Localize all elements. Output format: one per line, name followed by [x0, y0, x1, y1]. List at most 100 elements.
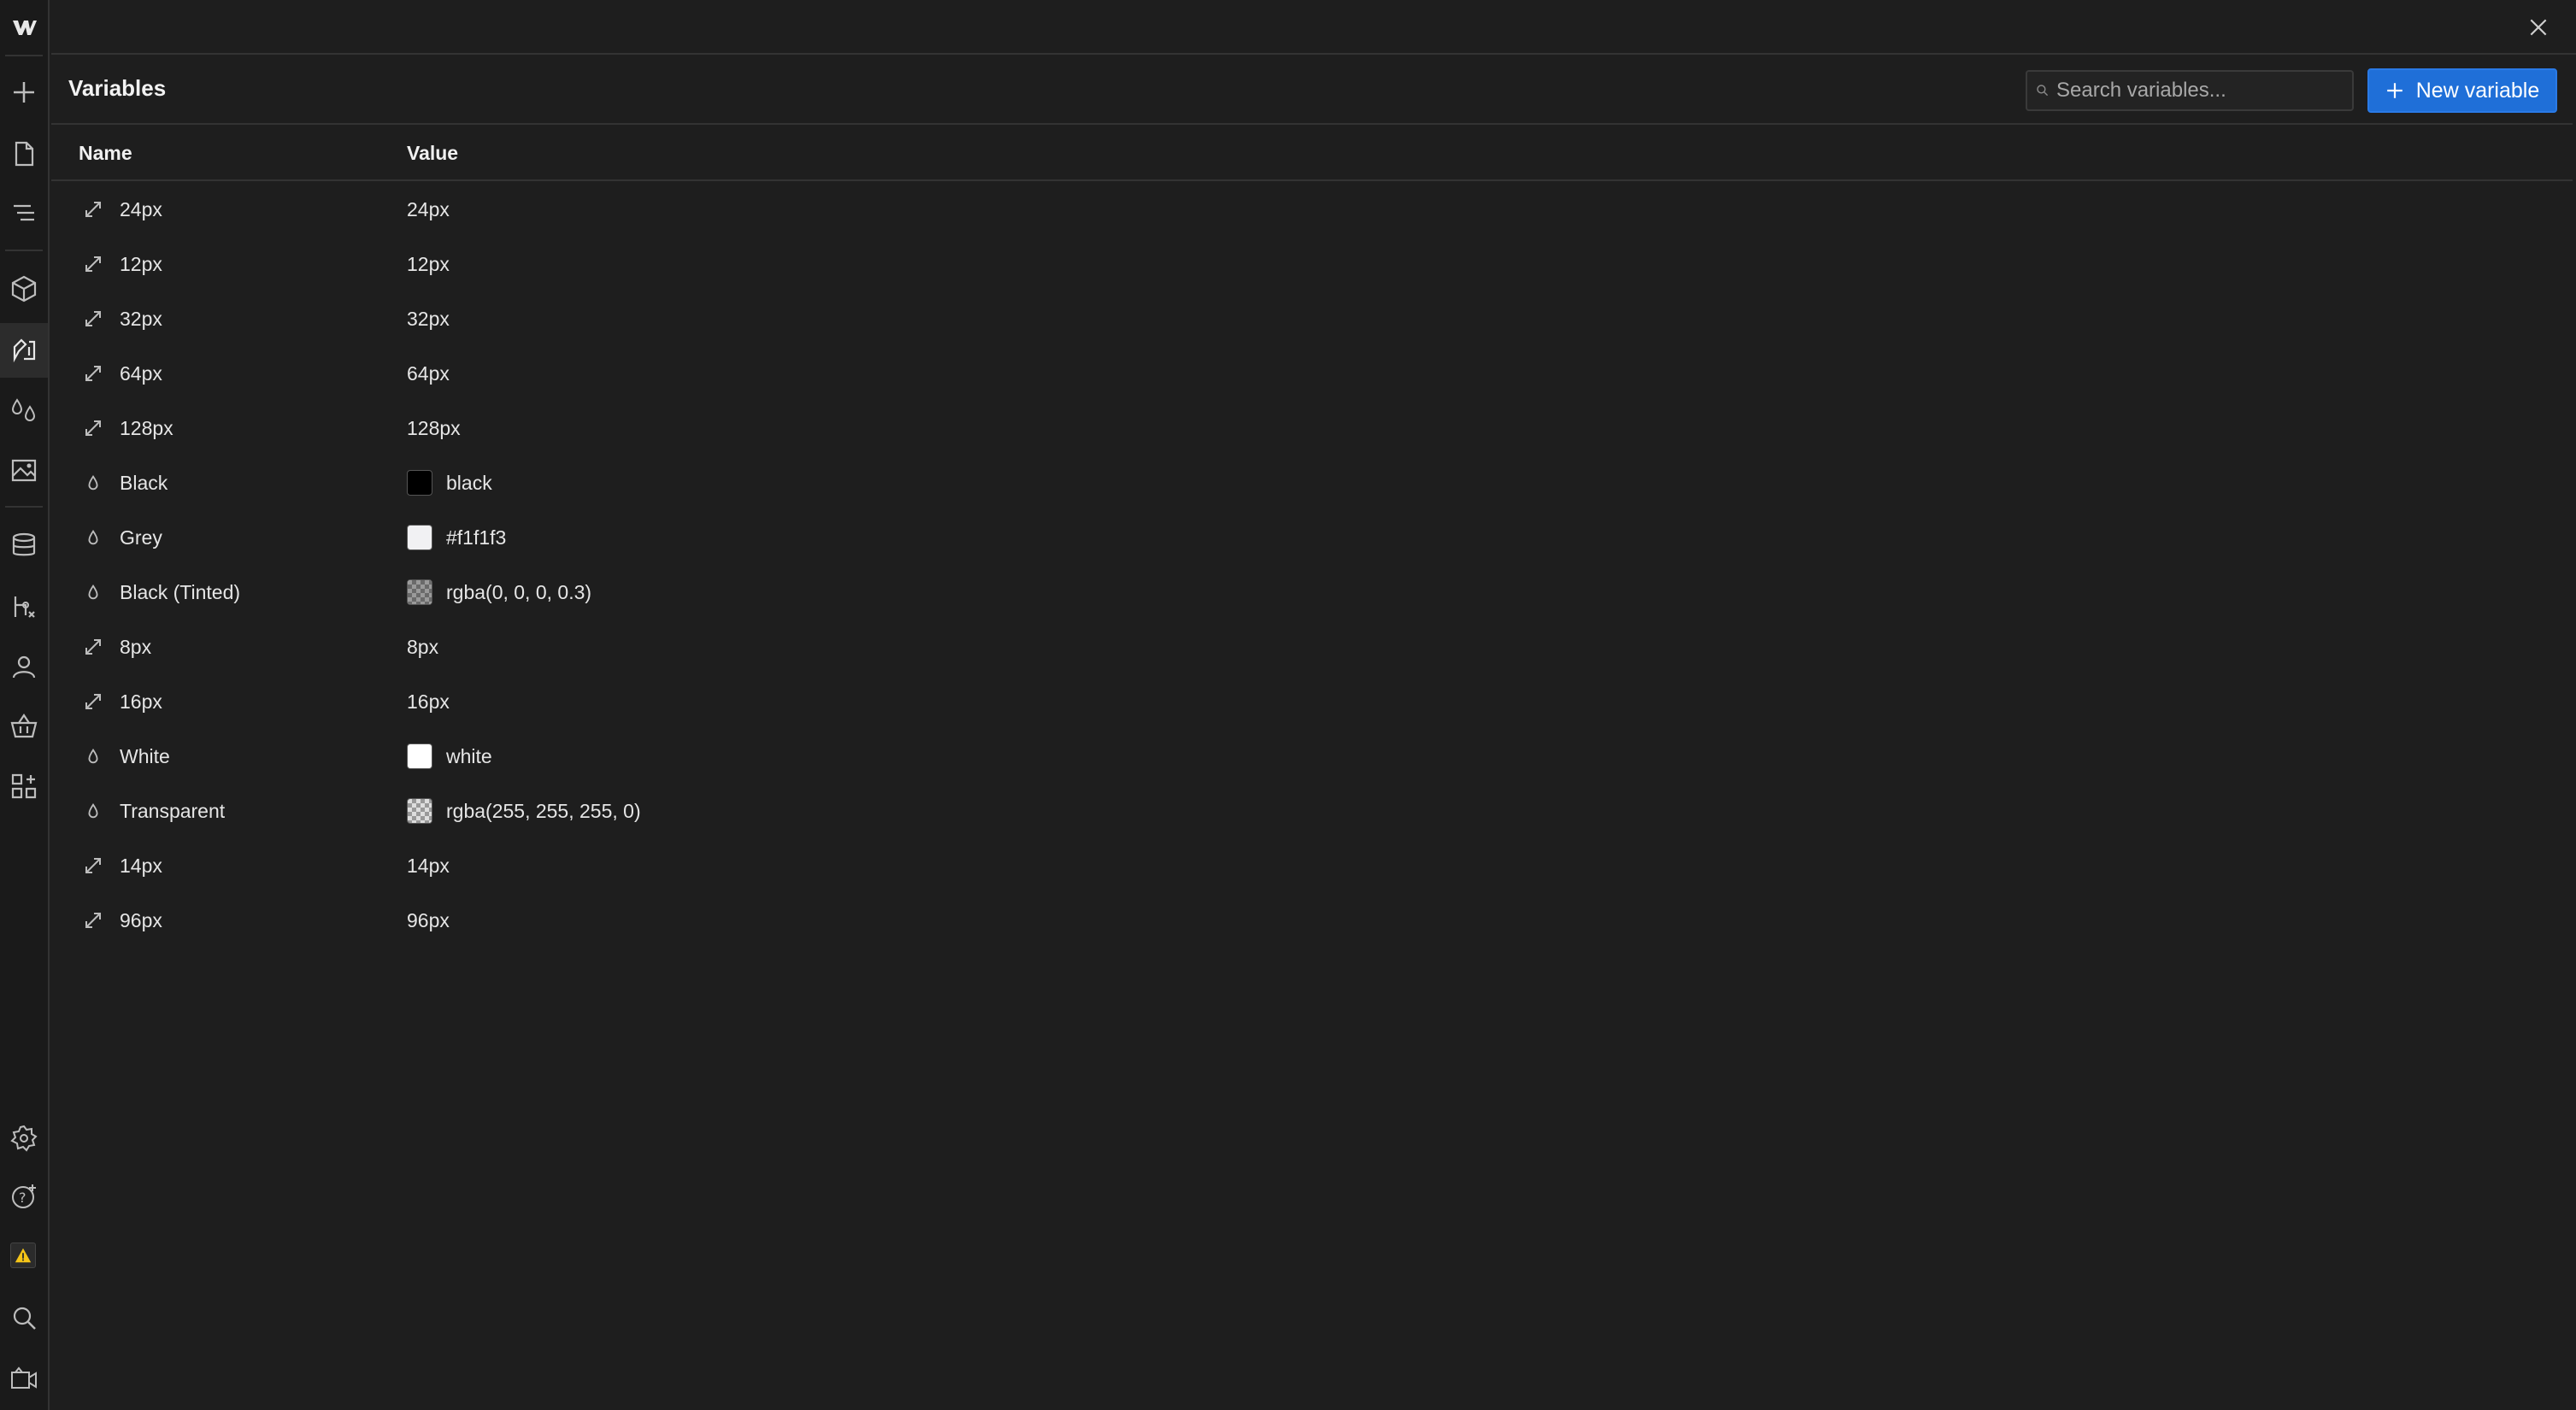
variable-name: 24px — [120, 198, 162, 220]
column-header-name: Name — [79, 142, 132, 164]
color-variable-icon — [88, 585, 98, 600]
search-input[interactable] — [2056, 79, 2338, 103]
sidebar-ecommerce-button[interactable] — [0, 699, 48, 754]
variable-value: 64px — [407, 362, 450, 385]
variable-value: 128px — [407, 417, 461, 439]
variable-row[interactable]: 12px 12px — [51, 238, 2573, 292]
sidebar-components-button[interactable] — [0, 261, 48, 316]
sidebar-navigator-button[interactable] — [0, 186, 48, 241]
sidebar-variables-button[interactable] — [0, 323, 48, 378]
variable-name: 32px — [120, 308, 162, 330]
top-bar — [51, 0, 2576, 55]
close-panel-button[interactable] — [2523, 12, 2554, 43]
sidebar-add-button[interactable] — [0, 65, 48, 120]
variable-row[interactable]: 8px 8px — [51, 620, 2573, 675]
variable-row[interactable]: 16px 16px — [51, 675, 2573, 730]
color-swatch — [407, 470, 432, 496]
webflow-logo-icon — [13, 21, 37, 35]
add-icon — [14, 82, 34, 103]
logic-icon — [14, 596, 35, 618]
variable-value: 24px — [407, 198, 450, 220]
color-swatch — [407, 798, 432, 824]
variable-row[interactable]: Grey #f1f1f3 — [51, 511, 2573, 566]
sidebar-search-button[interactable] — [0, 1290, 48, 1345]
warning-icon — [15, 1248, 32, 1263]
variable-value: rgba(255, 255, 255, 0) — [446, 800, 641, 822]
variable-value: 12px — [407, 253, 450, 275]
ecommerce-icon — [10, 714, 38, 738]
search-icon — [13, 1307, 36, 1330]
variables-icon — [13, 338, 36, 363]
plus-icon — [2386, 83, 2403, 98]
size-variable-icon — [85, 420, 101, 436]
video-tutorials-icon — [11, 1366, 37, 1389]
variable-value: white — [446, 745, 492, 767]
variable-row[interactable]: White white — [51, 730, 2573, 784]
variable-name: Black — [120, 472, 168, 494]
variable-name: 128px — [120, 417, 173, 439]
size-variable-icon — [85, 694, 101, 709]
sidebar-warning-button[interactable] — [10, 1243, 36, 1268]
variable-name: Transparent — [120, 800, 226, 822]
sidebar-pages-button[interactable] — [0, 126, 48, 181]
variable-name: 16px — [120, 690, 162, 713]
column-header-value: Value — [407, 142, 459, 164]
color-variable-icon — [88, 475, 98, 491]
variable-row[interactable]: 64px 64px — [51, 347, 2573, 402]
sidebar-assets-button[interactable] — [0, 443, 48, 497]
variable-row[interactable]: Black (Tinted) rgba(0, 0, 0, 0.3) — [51, 566, 2573, 620]
variable-row[interactable]: Transparent rgba(255, 255, 255, 0) — [51, 784, 2573, 839]
variable-name: 64px — [120, 362, 162, 385]
sidebar-styles-button[interactable] — [0, 383, 48, 438]
color-swatch — [407, 525, 432, 550]
variable-value: 32px — [407, 308, 450, 330]
help-icon: ? — [12, 1184, 36, 1208]
variable-value: 96px — [407, 909, 450, 931]
variable-row[interactable]: 32px 32px — [51, 292, 2573, 347]
sidebar-cms-button[interactable] — [0, 518, 48, 573]
color-variable-icon — [88, 803, 98, 819]
search-box[interactable] — [2026, 70, 2354, 111]
sidebar-settings-button[interactable] — [0, 1111, 48, 1166]
users-icon — [12, 655, 36, 679]
cms-icon — [12, 532, 36, 556]
sidebar-apps-button[interactable] — [0, 759, 48, 814]
variable-row[interactable]: 14px 14px — [51, 839, 2573, 894]
variable-value: 8px — [407, 636, 439, 658]
color-swatch — [407, 743, 432, 769]
color-variable-icon — [88, 749, 98, 764]
components-icon — [11, 275, 37, 303]
variable-value: black — [446, 472, 492, 494]
variable-name: 96px — [120, 909, 162, 931]
variable-row[interactable]: 96px 96px — [51, 894, 2573, 949]
variable-value: rgba(0, 0, 0, 0.3) — [446, 581, 592, 603]
size-variable-icon — [85, 639, 101, 655]
variable-value: 16px — [407, 690, 450, 713]
size-variable-icon — [85, 858, 101, 873]
sidebar-users-button[interactable] — [0, 639, 48, 694]
variable-row[interactable]: 128px 128px — [51, 402, 2573, 456]
styles-icon — [11, 398, 36, 421]
search-icon — [2037, 85, 2049, 97]
variable-name: 8px — [120, 636, 152, 658]
navigator-icon — [14, 204, 34, 221]
size-variable-icon — [85, 256, 101, 272]
variable-name: Black (Tinted) — [120, 581, 241, 603]
sidebar-video-tutorials-button[interactable] — [0, 1352, 48, 1407]
new-variable-button[interactable]: New variable — [2367, 68, 2557, 113]
close-icon — [2530, 19, 2547, 36]
svg-text:?: ? — [19, 1190, 26, 1206]
sidebar-help-button[interactable]: ? — [0, 1169, 48, 1224]
assets-icon — [11, 459, 37, 482]
pages-icon — [15, 141, 34, 167]
page-title: Variables — [68, 75, 167, 101]
sidebar-logic-button[interactable] — [0, 579, 48, 634]
variable-row[interactable]: Black black — [51, 456, 2573, 511]
variables-list: 24px 24px 12px 12px 32px 32px 64px 64px 128px 128… — [51, 183, 2573, 949]
color-swatch — [407, 579, 432, 605]
variable-name: 14px — [120, 855, 162, 877]
variable-row[interactable]: 24px 24px — [51, 183, 2573, 238]
size-variable-icon — [85, 311, 101, 326]
webflow-logo[interactable] — [0, 0, 48, 55]
left-sidebar: ? — [0, 0, 50, 1410]
